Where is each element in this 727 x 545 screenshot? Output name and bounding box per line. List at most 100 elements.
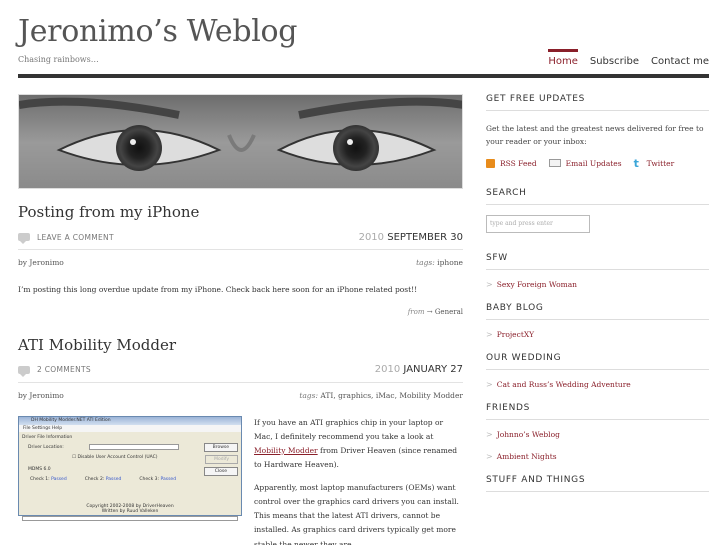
post-author: by Jeronimo	[18, 258, 64, 267]
dialog-check-1: Check 1: Passed	[30, 477, 67, 482]
dialog-check-status: Passed	[105, 476, 122, 482]
tag-links[interactable]: ATI, graphics, iMac, Mobility Modder	[320, 391, 463, 400]
dialog-close-button: Close	[203, 466, 238, 476]
post-title[interactable]: Posting from my iPhone	[18, 203, 463, 221]
dialog-check-label: Check 3:	[139, 476, 160, 482]
post-divider	[18, 381, 463, 383]
search-input[interactable]: type and press enter	[486, 214, 590, 233]
post-day: SEPTEMBER 30	[387, 231, 463, 243]
comment-count[interactable]: 2 COMMENTS	[37, 365, 91, 374]
post-year: 2010	[374, 364, 401, 375]
email-updates-link[interactable]: Email Updates	[566, 159, 622, 168]
link-list: > Johnno’s Weblog > Ambient Nights	[486, 430, 709, 461]
link-list: > ProjectXY	[486, 330, 709, 339]
link-list: > Cat and Russ’s Wedding Adventure	[486, 380, 709, 389]
post-divider	[18, 249, 463, 250]
post-title[interactable]: ATI Mobility Modder	[18, 336, 463, 354]
dialog-check-label: Check 2:	[84, 476, 105, 482]
tag-link[interactable]: iphone	[437, 258, 463, 267]
comment-count[interactable]: LEAVE A COMMENT	[37, 233, 114, 242]
feed-links: RSS Feed Email Updates t Twitter	[486, 156, 709, 170]
post-body: If you have an ATI graphics chip in your…	[254, 416, 463, 545]
list-item[interactable]: > Cat and Russ’s Wedding Adventure	[486, 380, 709, 389]
arrow-bullet-icon: >	[486, 329, 493, 339]
mobility-modder-screenshot: DH Mobility Modder.NET ATI Edition File …	[18, 415, 242, 521]
category-link[interactable]: General	[435, 308, 463, 316]
twitter-icon: t	[633, 156, 639, 170]
dialog-menu: File Settings Help	[19, 424, 241, 432]
list-item[interactable]: > Johnno’s Weblog	[486, 430, 709, 439]
dialog-checkbox: ☐ Disable User Account Control (UAC)	[72, 454, 158, 460]
dialog-check-2: Check 2: Passed	[85, 477, 122, 482]
main-content: Posting from my iPhone LEAVE A COMMENT 2…	[18, 94, 463, 545]
rss-feed-link[interactable]: RSS Feed	[500, 159, 537, 168]
sidebar-link[interactable]: Ambient Nights	[497, 452, 557, 461]
main-nav: Home Subscribe Contact me	[536, 49, 709, 67]
from-arrow: →	[426, 307, 433, 316]
comment-bubble-icon	[18, 365, 30, 377]
dialog-check-status: Passed	[51, 476, 67, 482]
email-icon	[548, 159, 561, 167]
post-paragraph: If you have an ATI graphics chip in your…	[254, 416, 463, 473]
twitter-link[interactable]: Twitter	[647, 159, 675, 168]
sidebar-link[interactable]: Cat and Russ’s Wedding Adventure	[497, 380, 631, 389]
header-eyes-image	[18, 94, 463, 189]
post-tags: tags: ATI, graphics, iMac, Mobility Modd…	[299, 391, 463, 400]
list-item[interactable]: > Sexy Foreign Woman	[486, 280, 709, 289]
comment-link[interactable]: 2 COMMENTS	[18, 365, 91, 377]
dialog-driver-label: Driver Location:	[28, 444, 64, 450]
mobility-modder-link[interactable]: Mobility Modder	[254, 446, 318, 455]
paragraph-text: If you have an ATI graphics chip in your…	[254, 417, 444, 441]
rss-icon	[486, 158, 495, 168]
dialog-driver-field	[88, 444, 179, 450]
dialog-browse-button: Browse	[203, 442, 238, 452]
widget-title: STUFF AND THINGS	[486, 475, 709, 492]
arrow-bullet-icon: >	[486, 379, 493, 389]
post: Posting from my iPhone LEAVE A COMMENT 2…	[18, 203, 463, 316]
sidebar-link[interactable]: ProjectXY	[497, 330, 534, 339]
post-category: from → General	[18, 308, 463, 316]
sidebar-link[interactable]: Johnno’s Weblog	[497, 430, 560, 439]
post-year: 2010	[358, 231, 385, 243]
dialog-author: Written by Ruud Valleken	[101, 508, 159, 514]
from-label: from	[407, 307, 425, 316]
widget-title: GET FREE UPDATES	[486, 94, 709, 111]
widget-stuff: STUFF AND THINGS	[486, 475, 709, 492]
post-paragraph: Apparently, most laptop manufacturers (O…	[254, 482, 459, 545]
comment-bubble-icon	[18, 233, 30, 244]
site-title[interactable]: Jeronimo’s Weblog	[18, 14, 297, 49]
arrow-bullet-icon: >	[486, 429, 493, 439]
widget-sfw: SFW > Sexy Foreign Woman	[486, 253, 709, 289]
widget-text: Get the latest and the greatest news del…	[486, 124, 704, 146]
widget-title: BABY BLOG	[486, 303, 709, 320]
dialog-modify-button: Modify	[205, 454, 238, 464]
tags-label: tags:	[416, 258, 435, 267]
sidebar-link[interactable]: Sexy Foreign Woman	[497, 280, 577, 289]
widget-wedding: OUR WEDDING > Cat and Russ’s Wedding Adve…	[486, 353, 709, 389]
list-item[interactable]: > ProjectXY	[486, 330, 709, 339]
nav-contact[interactable]: Contact me	[651, 49, 709, 67]
widget-title: OUR WEDDING	[486, 353, 709, 370]
nav-subscribe[interactable]: Subscribe	[590, 49, 639, 67]
post-day: JANUARY 27	[403, 364, 463, 375]
dialog-version: MDMS 6.0	[28, 466, 51, 472]
dialog-check-status: Passed	[160, 476, 177, 482]
sidebar: GET FREE UPDATES Get the latest and the …	[486, 94, 709, 506]
tagline: Chasing rainbows…	[18, 55, 99, 64]
post-body: I’m posting this long overdue update fro…	[18, 285, 418, 294]
dialog-check-3: Check 3: Passed	[139, 477, 176, 482]
link-list: > Sexy Foreign Woman	[486, 280, 709, 289]
widget-search: SEARCH type and press enter	[486, 188, 709, 233]
dialog-group-label: Driver File Information	[22, 434, 73, 440]
widget-title: SEARCH	[486, 188, 709, 205]
dialog-check-label: Check 1:	[30, 476, 50, 482]
eyes-photo	[19, 95, 462, 188]
post-tags: tags: iphone	[416, 258, 463, 267]
comment-link[interactable]: LEAVE A COMMENT	[18, 233, 114, 244]
nav-home[interactable]: Home	[548, 49, 578, 67]
post: ATI Mobility Modder 2 COMMENTS 2010 JANU…	[18, 336, 463, 545]
arrow-bullet-icon: >	[486, 279, 493, 289]
list-item[interactable]: > Ambient Nights	[486, 452, 709, 461]
post-author: by Jeronimo	[18, 390, 64, 400]
widget-title: SFW	[486, 253, 709, 270]
